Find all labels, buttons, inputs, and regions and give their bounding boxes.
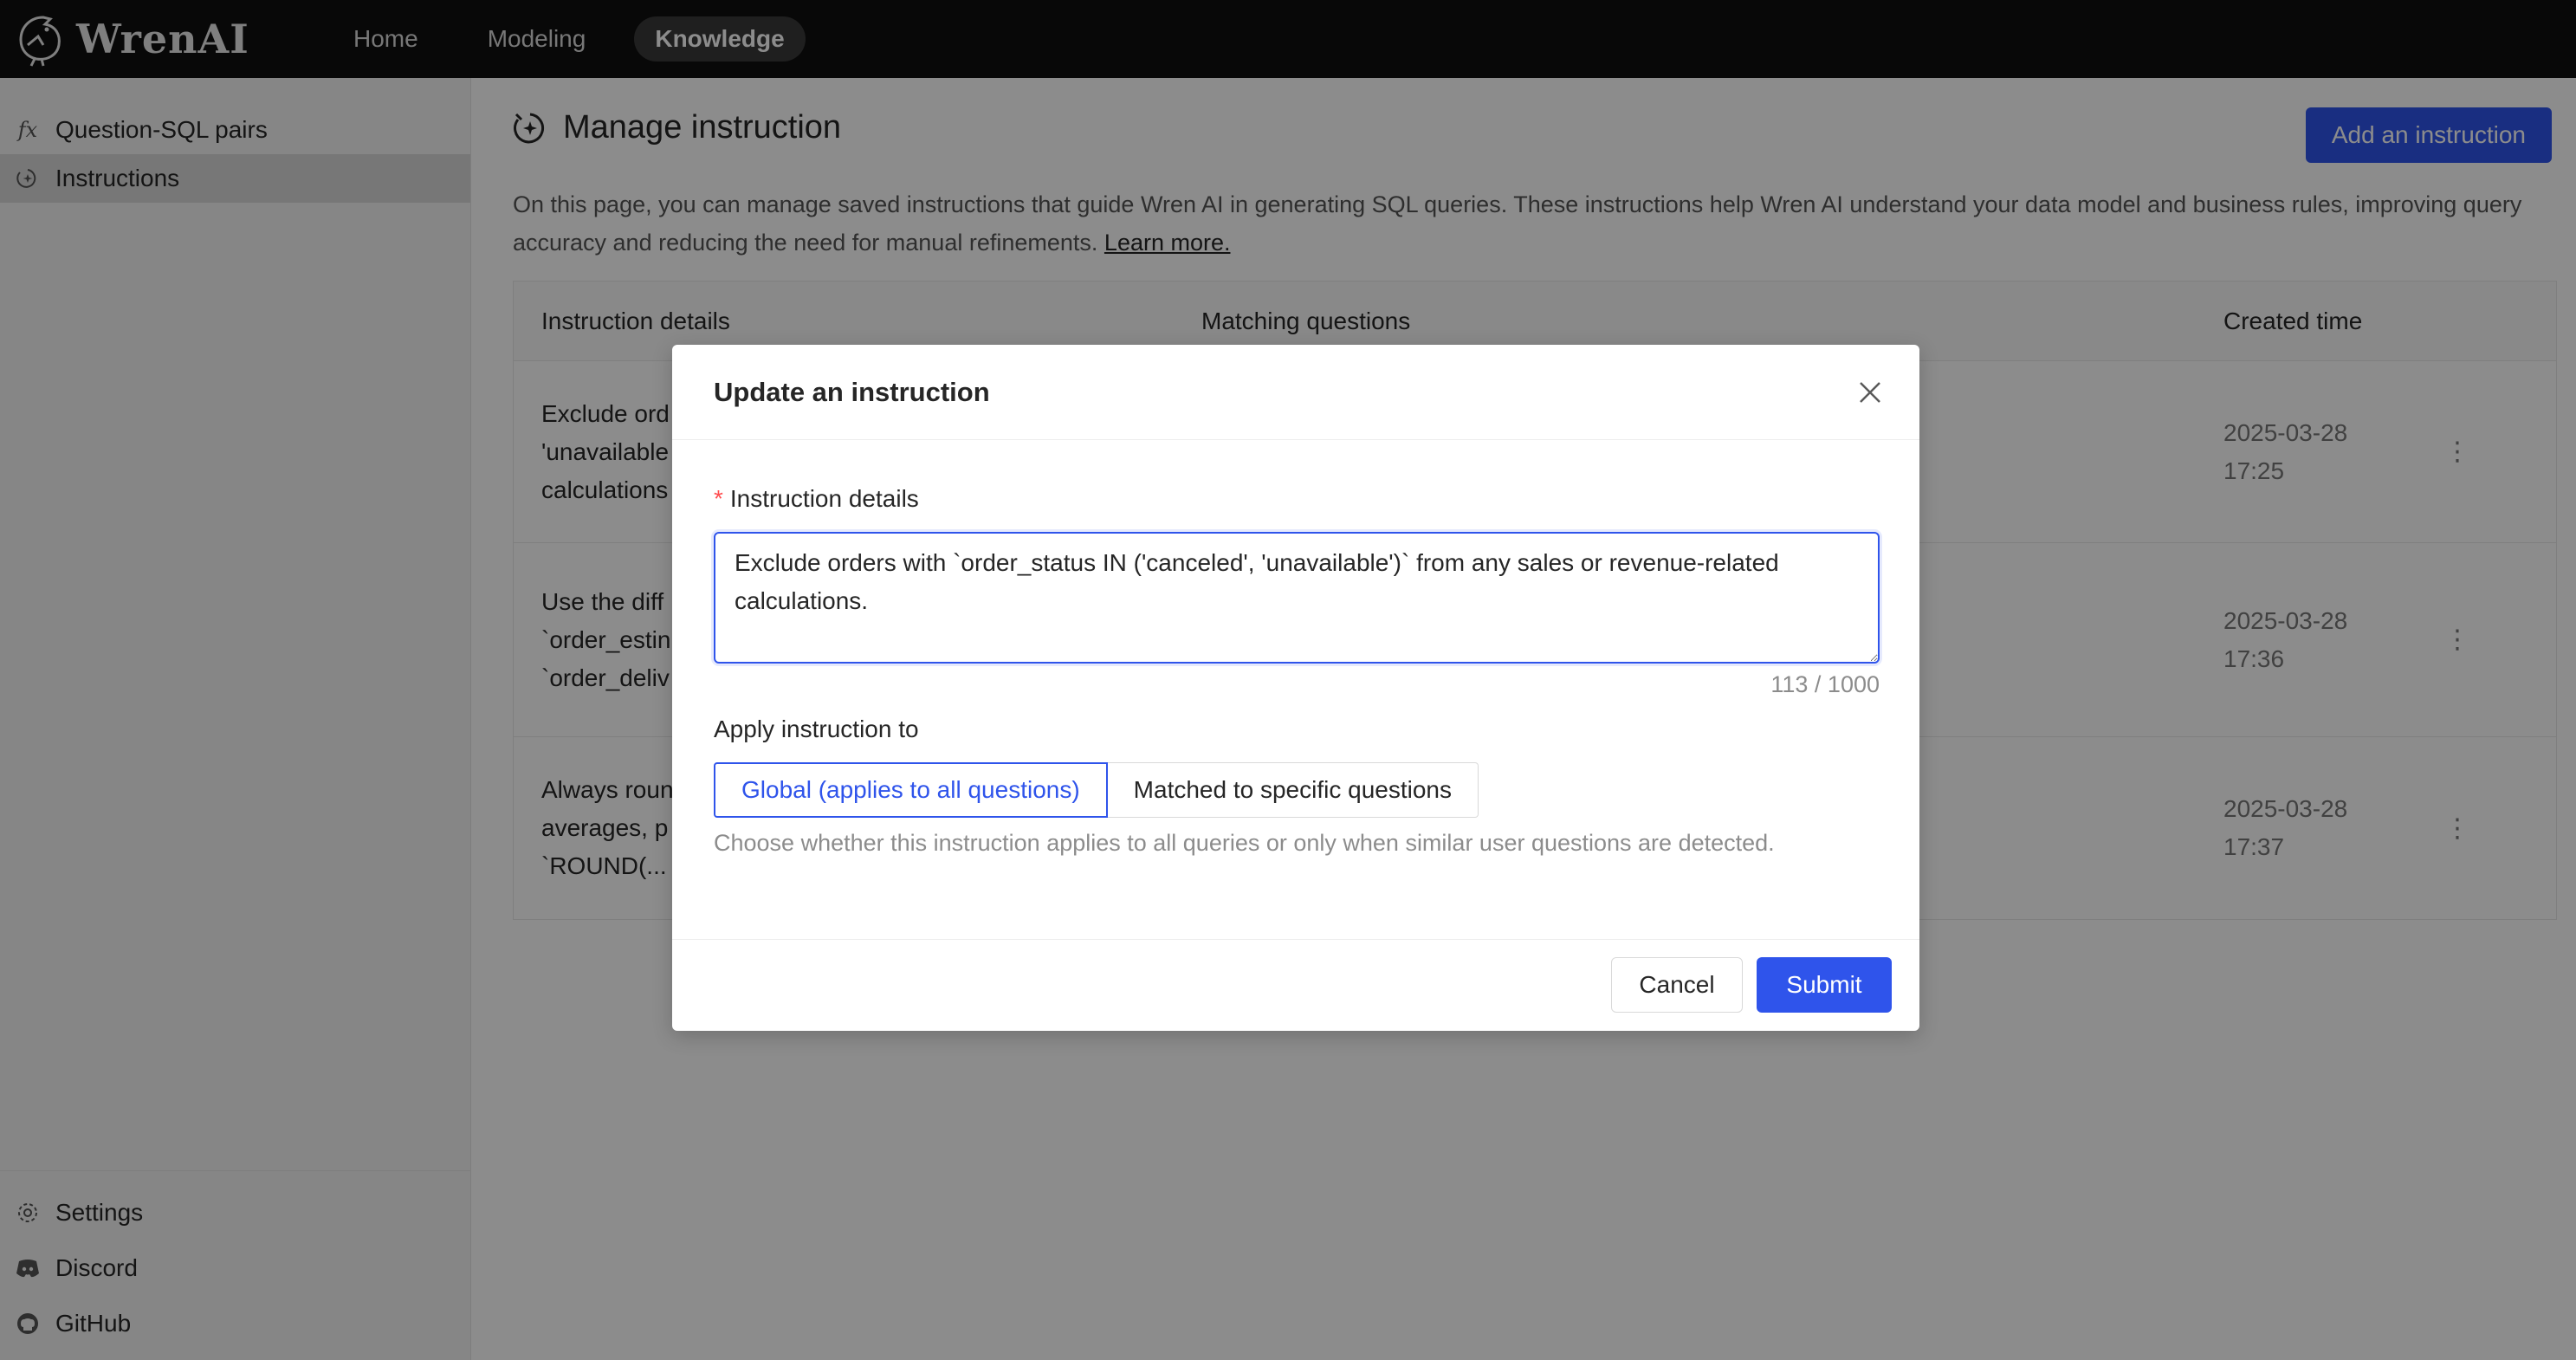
modal-body: * Instruction details Exclude orders with…: [714, 440, 1880, 857]
character-count: 113 / 1000: [1770, 671, 1880, 697]
apply-instruction-label: Apply instruction to: [714, 716, 919, 742]
modal-header: Update an instruction: [672, 345, 1919, 440]
submit-button[interactable]: Submit: [1757, 957, 1892, 1013]
field-label-text: Instruction details: [729, 485, 919, 512]
update-instruction-modal: Update an instruction * Instruction detai…: [672, 345, 1919, 1031]
modal-title: Update an instruction: [714, 376, 990, 407]
modal-footer: Cancel Submit: [672, 939, 1919, 1031]
apply-scope-hint: Choose whether this instruction applies …: [714, 830, 1775, 856]
global-option-button[interactable]: Global (applies to all questions): [714, 762, 1108, 818]
required-mark: *: [714, 485, 723, 512]
matched-questions-option-button[interactable]: Matched to specific questions: [1107, 762, 1479, 818]
cancel-button[interactable]: Cancel: [1611, 957, 1743, 1013]
instruction-details-textarea[interactable]: Exclude orders with `order_status IN ('c…: [714, 532, 1880, 664]
instruction-details-label: * Instruction details: [714, 485, 1880, 513]
apply-scope-toggle: Global (applies to all questions) Matche…: [714, 762, 1880, 818]
close-icon[interactable]: [1855, 378, 1885, 407]
